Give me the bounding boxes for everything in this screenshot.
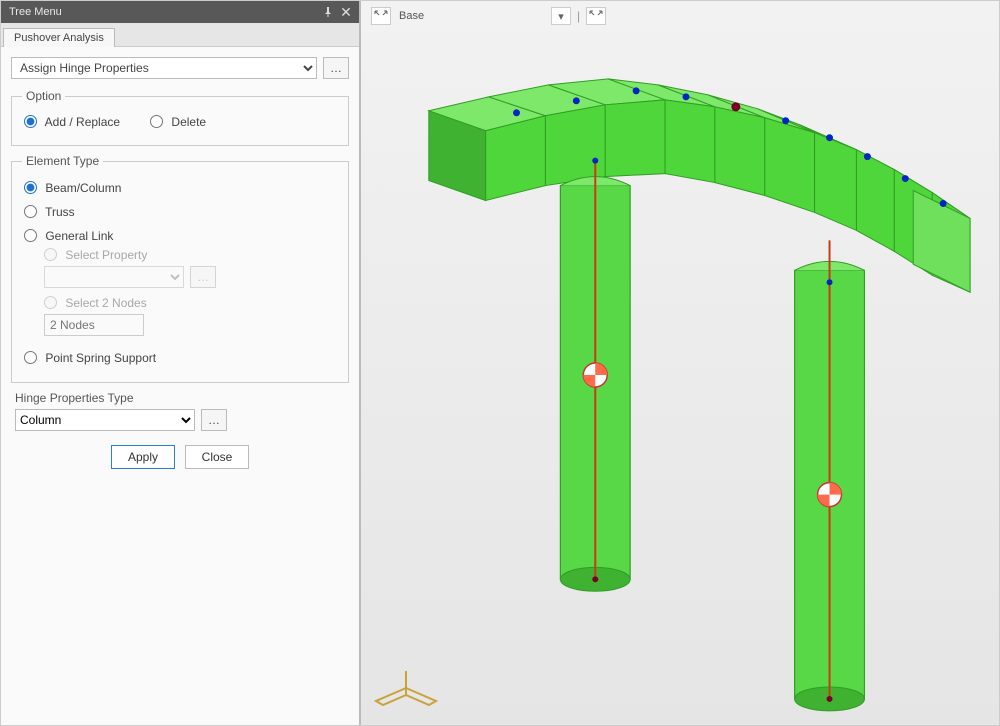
pin-icon[interactable]	[319, 3, 337, 21]
close-button[interactable]: Close	[185, 445, 249, 469]
option-legend: Option	[22, 89, 65, 103]
radio-select-2-nodes: Select 2 Nodes	[44, 296, 338, 310]
radio-point-spring[interactable]: Point Spring Support	[22, 346, 338, 370]
radio-truss[interactable]: Truss	[22, 200, 338, 224]
tabstrip: Pushover Analysis	[1, 23, 359, 47]
radio-add-replace[interactable]: Add / Replace	[24, 115, 120, 129]
close-icon[interactable]: ✕	[337, 3, 355, 21]
hinge-properties-label: Hinge Properties Type	[15, 391, 349, 405]
radio-delete-input[interactable]	[150, 115, 163, 128]
select-property-ellipsis: …	[190, 266, 216, 288]
radio-point-spring-input[interactable]	[24, 351, 37, 364]
panel-body: Assign Hinge Properties … Option Add / R…	[1, 47, 359, 469]
hinge-ellipsis-button[interactable]: …	[201, 409, 227, 431]
radio-general-link[interactable]: General Link	[22, 224, 338, 248]
function-ellipsis-button[interactable]: …	[323, 57, 349, 79]
hinge-type-select[interactable]: Column	[15, 409, 195, 431]
function-select[interactable]: Assign Hinge Properties	[11, 57, 317, 79]
tab-pushover-analysis[interactable]: Pushover Analysis	[3, 28, 115, 47]
element-type-legend: Element Type	[22, 154, 103, 168]
model-scene	[361, 1, 999, 725]
radio-add-replace-input[interactable]	[24, 115, 37, 128]
column-left	[560, 158, 630, 592]
radio-beam-column[interactable]: Beam/Column	[22, 176, 338, 200]
option-fieldset: Option Add / Replace Delete	[11, 89, 349, 146]
radio-beam-column-input[interactable]	[24, 181, 37, 194]
radio-truss-input[interactable]	[24, 205, 37, 218]
radio-select-property: Select Property	[44, 248, 147, 262]
element-type-fieldset: Element Type Beam/Column Truss General L…	[11, 154, 349, 383]
model-viewport[interactable]: Base ▾ |	[361, 1, 999, 725]
panel-titlebar: Tree Menu ✕	[1, 1, 359, 23]
tree-menu-panel: Tree Menu ✕ Pushover Analysis Assign Hin…	[1, 1, 361, 725]
panel-title: Tree Menu	[9, 6, 62, 18]
select-property-dropdown	[44, 266, 184, 288]
radio-select-property-input	[44, 248, 57, 261]
radio-select-2-nodes-input	[44, 296, 57, 309]
radio-delete[interactable]: Delete	[150, 115, 206, 129]
column-right	[795, 240, 865, 711]
two-nodes-input	[44, 314, 144, 336]
radio-general-link-input[interactable]	[24, 229, 37, 242]
cap-beam	[429, 79, 970, 292]
ucs-icon	[371, 665, 441, 711]
apply-button[interactable]: Apply	[111, 445, 175, 469]
